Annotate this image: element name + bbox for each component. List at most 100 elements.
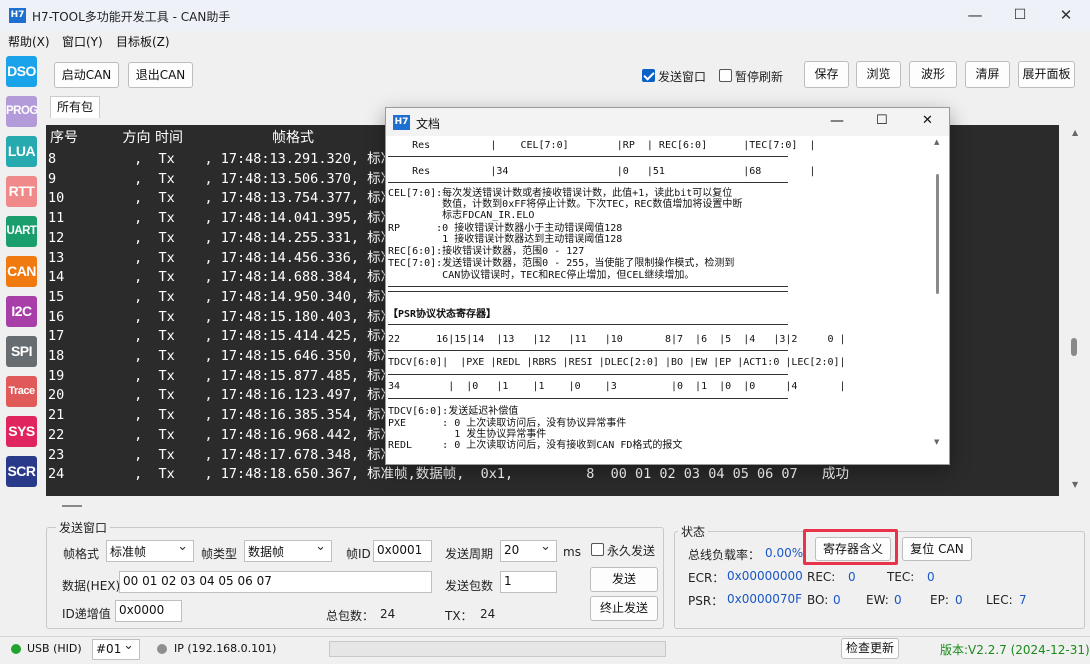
packet-seq: 11: [48, 210, 65, 227]
ecr-value: 0x00000000: [727, 569, 803, 583]
log-scrollbar[interactable]: ▲ ▼: [1064, 124, 1086, 494]
menu-help[interactable]: 帮助(X): [8, 33, 50, 50]
data-hex-input[interactable]: 00 01 02 03 04 05 06 07: [119, 571, 432, 593]
scroll-down-icon[interactable]: ▼: [1072, 480, 1078, 489]
separator: ,: [126, 426, 159, 443]
separator: ,: [204, 288, 221, 305]
sidebar-rtt-button[interactable]: RTT: [6, 176, 37, 207]
close-button[interactable]: ✕: [1043, 0, 1089, 31]
separator: ,: [350, 407, 368, 424]
sidebar-can-button[interactable]: CAN: [6, 256, 37, 287]
maximize-button[interactable]: ☐: [997, 0, 1043, 31]
frame-id-input[interactable]: 0x0001: [373, 540, 432, 562]
waveform-button[interactable]: 波形: [909, 61, 957, 88]
packet-direction: Tx: [158, 308, 175, 325]
doc-minimize-button[interactable]: —: [830, 113, 844, 129]
separator: ,: [126, 348, 159, 364]
total-packets-label: 总包数：: [326, 609, 375, 623]
separator: ,: [350, 249, 368, 266]
packet-time: 17:48:13.506.370: [220, 170, 351, 187]
clear-screen-button[interactable]: 清屏: [965, 61, 1010, 88]
sidebar-spi-button[interactable]: SPI: [6, 336, 37, 367]
tab-all-packets[interactable]: 所有包: [50, 96, 100, 118]
separator: ,: [126, 249, 159, 266]
separator: ,: [126, 288, 159, 305]
lec-value: 7: [1019, 593, 1027, 607]
packet-time: 17:48:14.950.340: [220, 288, 351, 305]
packet-row: 23 , Tx, 17:48:17.678.348, 标准帧: [48, 443, 408, 463]
forever-send-checkbox[interactable]: [591, 543, 604, 556]
reset-can-button[interactable]: 复位 CAN: [902, 537, 972, 561]
packet-row: 22 , Tx, 17:48:16.968.442, 标准帧: [48, 423, 408, 443]
exit-can-button[interactable]: 退出CAN: [128, 62, 193, 88]
document-titlebar[interactable]: H7 文档 — ☐ ✕: [386, 108, 949, 136]
doc-scroll-up-icon[interactable]: ▲: [934, 138, 939, 146]
doc-line: Res |34 |0 |51 |68 |: [388, 166, 816, 177]
stop-send-button[interactable]: 终止发送: [590, 596, 658, 621]
scroll-thumb[interactable]: [1071, 338, 1077, 356]
pause-refresh-checkbox[interactable]: [719, 69, 732, 82]
separator: ,: [407, 466, 416, 483]
minimize-button[interactable]: —: [952, 0, 998, 31]
frame-format-select[interactable]: 标准帧: [106, 539, 194, 562]
doc-line: TDCV[6:0]| |PXE |REDL |RBRS |RESI |DLEC[…: [388, 357, 846, 368]
hscroll-thumb[interactable]: [62, 505, 82, 507]
packet-row: 18 , Tx, 17:48:15.646.350, 标准帧: [48, 344, 408, 364]
packet-format: 标准帧: [367, 466, 408, 483]
sidebar-sys-button[interactable]: SYS: [6, 416, 37, 447]
send-panel-title: 发送窗口: [56, 519, 111, 536]
expand-panel-button[interactable]: 展开面板: [1018, 61, 1075, 88]
separator: ,: [350, 387, 368, 404]
browse-button[interactable]: 浏览: [856, 61, 901, 88]
separator: ,: [126, 407, 159, 424]
separator: ,: [126, 269, 159, 286]
doc-divider: [388, 286, 788, 287]
doc-maximize-button[interactable]: ☐: [876, 113, 888, 128]
packet-direction: Tx: [158, 426, 175, 443]
doc-scroll-thumb[interactable]: [936, 174, 939, 294]
sidebar-scr-button[interactable]: SCR: [6, 456, 37, 487]
separator: ,: [350, 210, 368, 227]
packet-direction: Tx: [158, 249, 175, 266]
sidebar-trace-button[interactable]: Trace: [6, 376, 37, 407]
horizontal-scrollbar[interactable]: [46, 496, 1059, 516]
frame-type-select[interactable]: 数据帧: [244, 539, 332, 562]
send-window-checkbox[interactable]: [642, 69, 655, 82]
doc-close-button[interactable]: ✕: [922, 113, 933, 128]
send-count-input[interactable]: 1: [500, 571, 557, 593]
tx-label: TX：: [445, 609, 473, 623]
packet-seq: 17: [48, 328, 65, 345]
sidebar-lua-button[interactable]: LUA: [6, 136, 37, 167]
scroll-up-icon[interactable]: ▲: [1072, 128, 1078, 137]
start-can-button[interactable]: 启动CAN: [54, 62, 119, 88]
doc-line: 【PSR协议状态寄存器】: [388, 309, 497, 320]
sidebar-uart-button[interactable]: UART: [6, 216, 37, 247]
packet-seq: 22: [48, 426, 65, 443]
port-select[interactable]: #01: [92, 638, 140, 660]
send-button[interactable]: 发送: [590, 567, 658, 592]
id-increment-input[interactable]: 0x0000: [115, 600, 182, 622]
menu-window[interactable]: 窗口(Y): [62, 33, 103, 50]
tec-value: 0: [927, 570, 935, 584]
save-button[interactable]: 保存: [804, 61, 849, 88]
doc-scroll-down-icon[interactable]: ▼: [934, 438, 939, 446]
check-update-button[interactable]: 检查更新: [841, 638, 899, 659]
separator: ,: [126, 210, 159, 227]
packet-direction: Tx: [158, 407, 175, 424]
sidebar-i2c-button[interactable]: I2C: [6, 296, 37, 327]
packet-seq: 13: [48, 249, 65, 266]
app-logo: H7: [9, 8, 26, 23]
psr-value: 0x0000070F: [727, 592, 803, 606]
forever-send-label: 永久发送: [607, 544, 656, 558]
menu-target-board[interactable]: 目标板(Z): [116, 33, 170, 50]
sidebar-dso-button[interactable]: DSO: [6, 56, 37, 87]
period-select[interactable]: 20: [500, 539, 557, 562]
separator: ,: [204, 269, 221, 286]
pause-refresh-label: 暂停刷新: [735, 70, 784, 84]
tec-label: TEC:: [887, 570, 915, 584]
packet-seq: 15: [48, 288, 65, 305]
register-meaning-button[interactable]: 寄存器含义: [815, 537, 891, 561]
separator: ,: [126, 308, 159, 325]
sidebar-prog-button[interactable]: PROG: [6, 96, 38, 127]
packet-seq: 14: [48, 269, 65, 286]
